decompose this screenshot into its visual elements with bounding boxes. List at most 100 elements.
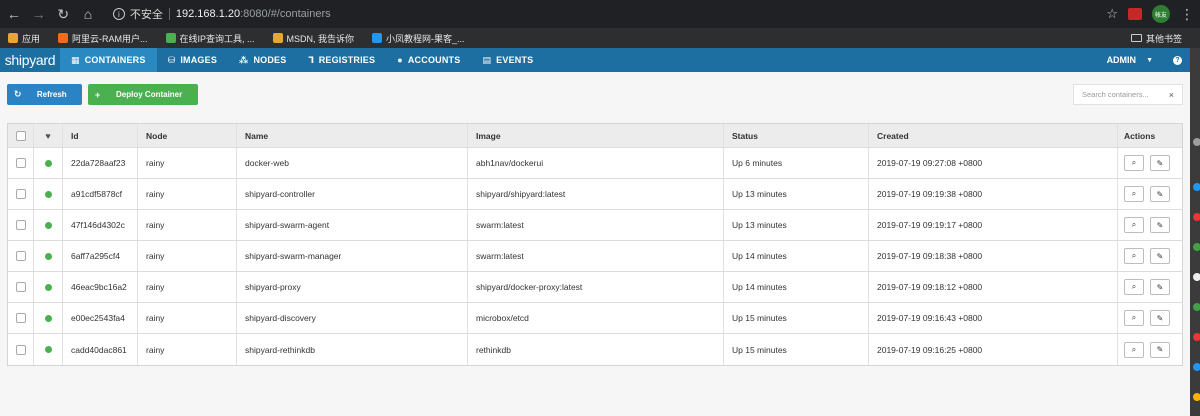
menu-dots-icon[interactable]: ⋮ xyxy=(1180,6,1194,23)
container-name[interactable]: shipyard-swarm-agent xyxy=(237,210,468,240)
inspect-button[interactable]: ⌕ xyxy=(1124,279,1144,295)
edit-button[interactable]: ✎ xyxy=(1150,310,1170,326)
row-checkbox[interactable] xyxy=(15,220,26,230)
row-checkbox[interactable] xyxy=(15,313,26,323)
container-name[interactable]: docker-web xyxy=(237,148,468,178)
wrench-icon: ✎ xyxy=(1156,345,1164,354)
clear-search-icon[interactable]: × xyxy=(1169,90,1174,100)
container-status: Up 15 minutes xyxy=(724,303,869,333)
container-id[interactable]: 47f146d4302c xyxy=(63,210,138,240)
edit-button[interactable]: ✎ xyxy=(1150,279,1170,295)
bookmark-item[interactable]: 在线IP查询工具, ... xyxy=(165,32,255,45)
nav-nodes[interactable]: ⁂ NODES xyxy=(228,48,297,72)
shipyard-logo[interactable]: shipyard xyxy=(0,48,60,72)
container-name[interactable]: shipyard-proxy xyxy=(237,272,468,302)
edit-button[interactable]: ✎ xyxy=(1150,341,1170,358)
container-name[interactable]: shipyard-controller xyxy=(237,179,468,209)
dock-icon[interactable] xyxy=(1193,183,1200,191)
inspect-button[interactable]: ⌕ xyxy=(1124,217,1144,233)
column-header-name[interactable]: Name xyxy=(237,124,468,147)
table-row[interactable]: a91cdf5878cf rainy shipyard-controller ship… xyxy=(8,179,1182,210)
dock-icon[interactable] xyxy=(1193,363,1200,371)
edit-button[interactable]: ✎ xyxy=(1150,217,1170,233)
container-name[interactable]: shipyard-swarm-manager xyxy=(237,241,468,271)
column-header-created[interactable]: Created xyxy=(869,124,1118,147)
container-name[interactable]: shipyard-rethinkdb xyxy=(237,334,468,365)
container-id[interactable]: cadd40dac861 xyxy=(63,334,138,365)
nav-images[interactable]: ⛁ IMAGES xyxy=(157,48,228,72)
nav-events[interactable]: ▤ EVENTS xyxy=(471,48,544,72)
dock-icon[interactable] xyxy=(1193,393,1200,401)
profile-avatar[interactable]: 帐友 xyxy=(1152,5,1170,23)
help-icon[interactable]: ? xyxy=(1173,55,1182,65)
column-header-status[interactable]: Status xyxy=(724,124,869,147)
nav-accounts[interactable]: ● ACCOUNTS xyxy=(386,48,471,72)
info-icon[interactable]: i xyxy=(112,8,125,20)
caret-down-icon[interactable]: ▼ xyxy=(1146,57,1153,64)
table-row[interactable]: 6aff7a295cf4 rainy shipyard-swarm-manager s… xyxy=(8,241,1182,272)
column-header-node[interactable]: Node xyxy=(138,124,237,147)
row-checkbox[interactable] xyxy=(15,251,26,261)
nav-registries[interactable]: ⅂ REGISTRIES xyxy=(297,48,386,72)
health-cell xyxy=(34,179,63,209)
row-checkbox[interactable] xyxy=(15,158,26,168)
table-row[interactable]: cadd40dac861 rainy shipyard-rethinkdb rethi… xyxy=(8,334,1182,365)
inspect-button[interactable]: ⌕ xyxy=(1124,186,1144,202)
dock-icon[interactable] xyxy=(1193,243,1200,251)
row-checkbox[interactable] xyxy=(15,282,26,292)
dock-icon[interactable] xyxy=(1193,333,1200,341)
dock-icon[interactable] xyxy=(1193,303,1200,311)
user-name[interactable]: ADMIN xyxy=(1107,55,1137,65)
search-input[interactable]: Search containers... × xyxy=(1073,84,1183,105)
table-row[interactable]: e00ec2543fa4 rainy shipyard-discovery micro… xyxy=(8,303,1182,334)
dock-icon[interactable] xyxy=(1193,213,1200,221)
home-icon[interactable]: ⌂ xyxy=(77,3,99,25)
column-header-image[interactable]: Image xyxy=(468,124,724,147)
registries-icon: ⅂ xyxy=(308,54,314,65)
bookmark-item[interactable]: MSDN, 我告诉你 xyxy=(272,32,354,45)
url-path: :8080/#/containers xyxy=(240,8,331,20)
dock-icon[interactable] xyxy=(1193,273,1200,281)
container-id[interactable]: 6aff7a295cf4 xyxy=(63,241,138,271)
edit-button[interactable]: ✎ xyxy=(1150,186,1170,202)
inspect-button[interactable]: ⌕ xyxy=(1124,310,1144,326)
nav-containers[interactable]: ▦ CONTAINERS xyxy=(60,48,157,72)
row-checkbox[interactable] xyxy=(15,344,26,355)
extension-icon[interactable] xyxy=(1128,8,1142,20)
edit-button[interactable]: ✎ xyxy=(1150,248,1170,264)
container-id[interactable]: a91cdf5878cf xyxy=(63,179,138,209)
edit-button[interactable]: ✎ xyxy=(1150,155,1170,171)
image-name: shipyard/docker-proxy:latest xyxy=(468,272,724,302)
address-bar[interactable]: i 不安全 192.168.1.20 :8080/#/containers xyxy=(106,3,1107,25)
refresh-button[interactable]: ↻ Refresh xyxy=(7,84,82,105)
wrench-icon: ✎ xyxy=(1156,313,1164,323)
inspect-button[interactable]: ⌕ xyxy=(1124,341,1144,358)
container-id[interactable]: 22da728aaf23 xyxy=(63,148,138,178)
created-date: 2019-07-19 09:18:12 +0800 xyxy=(869,272,1118,302)
inspect-button[interactable]: ⌕ xyxy=(1124,248,1144,264)
bookmark-item[interactable]: 小凤教程网-果客_... xyxy=(372,32,465,45)
inspect-button[interactable]: ⌕ xyxy=(1124,155,1144,171)
nav-nodes-label: NODES xyxy=(253,55,287,65)
column-header-id[interactable]: Id xyxy=(63,124,138,147)
actions-cell: ⌕ ✎ xyxy=(1118,334,1182,365)
deploy-container-button[interactable]: + Deploy Container xyxy=(88,84,198,105)
reload-icon[interactable]: ↻ xyxy=(52,3,74,25)
container-id[interactable]: e00ec2543fa4 xyxy=(63,303,138,333)
table-row[interactable]: 46eac9bc16a2 rainy shipyard-proxy shipyard/… xyxy=(8,272,1182,303)
select-all-checkbox[interactable] xyxy=(15,130,26,141)
other-bookmarks[interactable]: 其他书签 xyxy=(1130,32,1182,45)
container-name[interactable]: shipyard-discovery xyxy=(237,303,468,333)
table-row[interactable]: 47f146d4302c rainy shipyard-swarm-agent swa… xyxy=(8,210,1182,241)
dock-icon[interactable] xyxy=(1193,138,1200,146)
user-menu[interactable]: ADMIN ▼ ? xyxy=(1107,48,1190,72)
table-row[interactable]: 22da728aaf23 rainy docker-web abh1nav/docke… xyxy=(8,148,1182,179)
container-id[interactable]: 46eac9bc16a2 xyxy=(63,272,138,302)
forward-icon[interactable]: → xyxy=(28,3,50,25)
bookmark-item[interactable]: 应用 xyxy=(8,32,40,45)
bookmark-star-icon[interactable]: ☆ xyxy=(1106,6,1118,22)
container-status: Up 14 minutes xyxy=(724,272,869,302)
row-checkbox[interactable] xyxy=(15,189,26,199)
bookmark-item[interactable]: 阿里云-RAM用户... xyxy=(58,32,148,45)
back-icon[interactable]: ← xyxy=(3,3,25,25)
